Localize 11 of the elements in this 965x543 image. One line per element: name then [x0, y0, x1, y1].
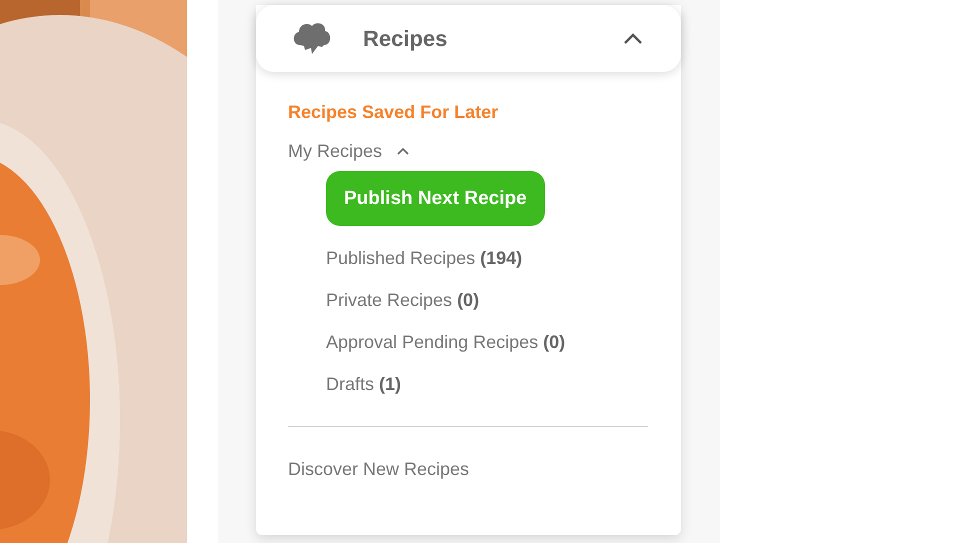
chef-hat-icon: [292, 20, 332, 56]
menu-link[interactable]: My Recipes: [288, 141, 382, 162]
menu-link[interactable]: Private Recipes (0): [326, 290, 480, 311]
chevron-icon[interactable]: [396, 147, 410, 156]
menu-title: Recipes: [363, 26, 448, 52]
chevron-icon[interactable]: [623, 32, 643, 44]
menu-link[interactable]: Discover New Recipes: [288, 459, 649, 480]
recipes-menu-header[interactable]: Recipes: [256, 5, 681, 72]
menu-link[interactable]: Approval Pending Recipes (0): [326, 332, 566, 353]
menu-link[interactable]: Drafts (1): [326, 374, 402, 395]
menu-link[interactable]: Published Recipes (194): [326, 248, 522, 269]
